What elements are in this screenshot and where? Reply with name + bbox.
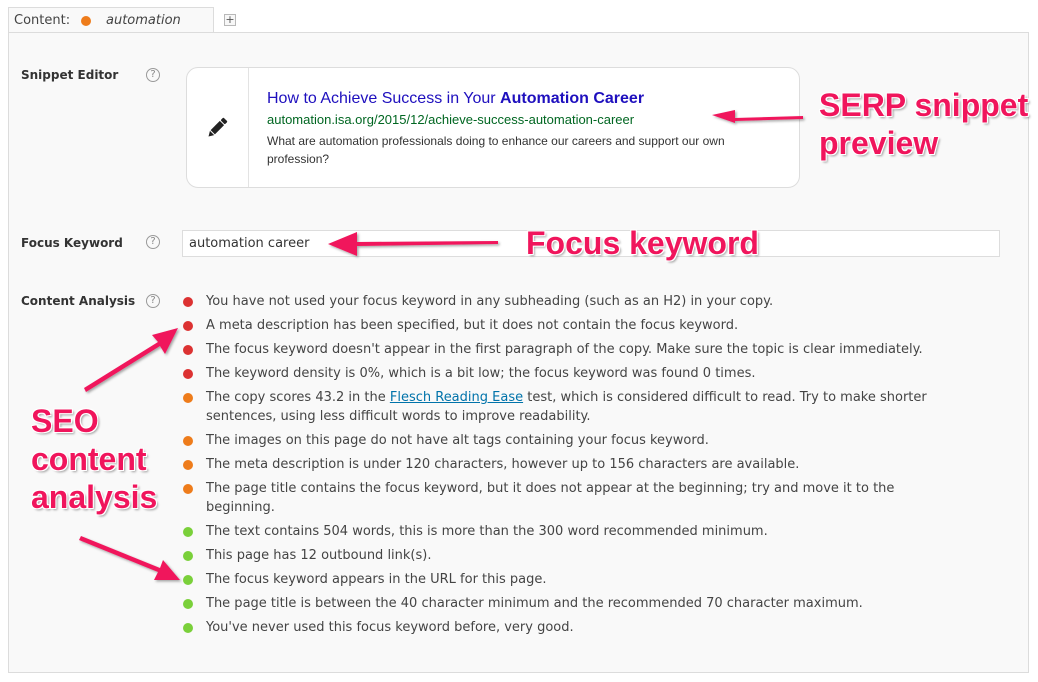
serp-arrow — [712, 110, 803, 123]
annotation-seo-line3: analysis — [31, 479, 158, 515]
yoast-seo-metabox: Content: automation career + Snippet Edi… — [0, 0, 1038, 682]
annotation-seo-line2: content — [31, 441, 147, 477]
annotation-serp-line1: SERP snippet — [819, 87, 1029, 123]
annotation-serp-snippet-preview: SERP snippet preview — [819, 86, 1028, 162]
annotation-serp-line2: preview — [819, 125, 939, 161]
focus-arrow — [328, 232, 498, 256]
annotation-seo-content-analysis: SEO content analysis — [31, 402, 157, 516]
analysis-up-arrow — [84, 328, 178, 392]
annotation-focus-keyword: Focus keyword — [526, 225, 759, 261]
analysis-down-arrow — [79, 536, 180, 580]
annotation-seo-line1: SEO — [31, 403, 99, 439]
